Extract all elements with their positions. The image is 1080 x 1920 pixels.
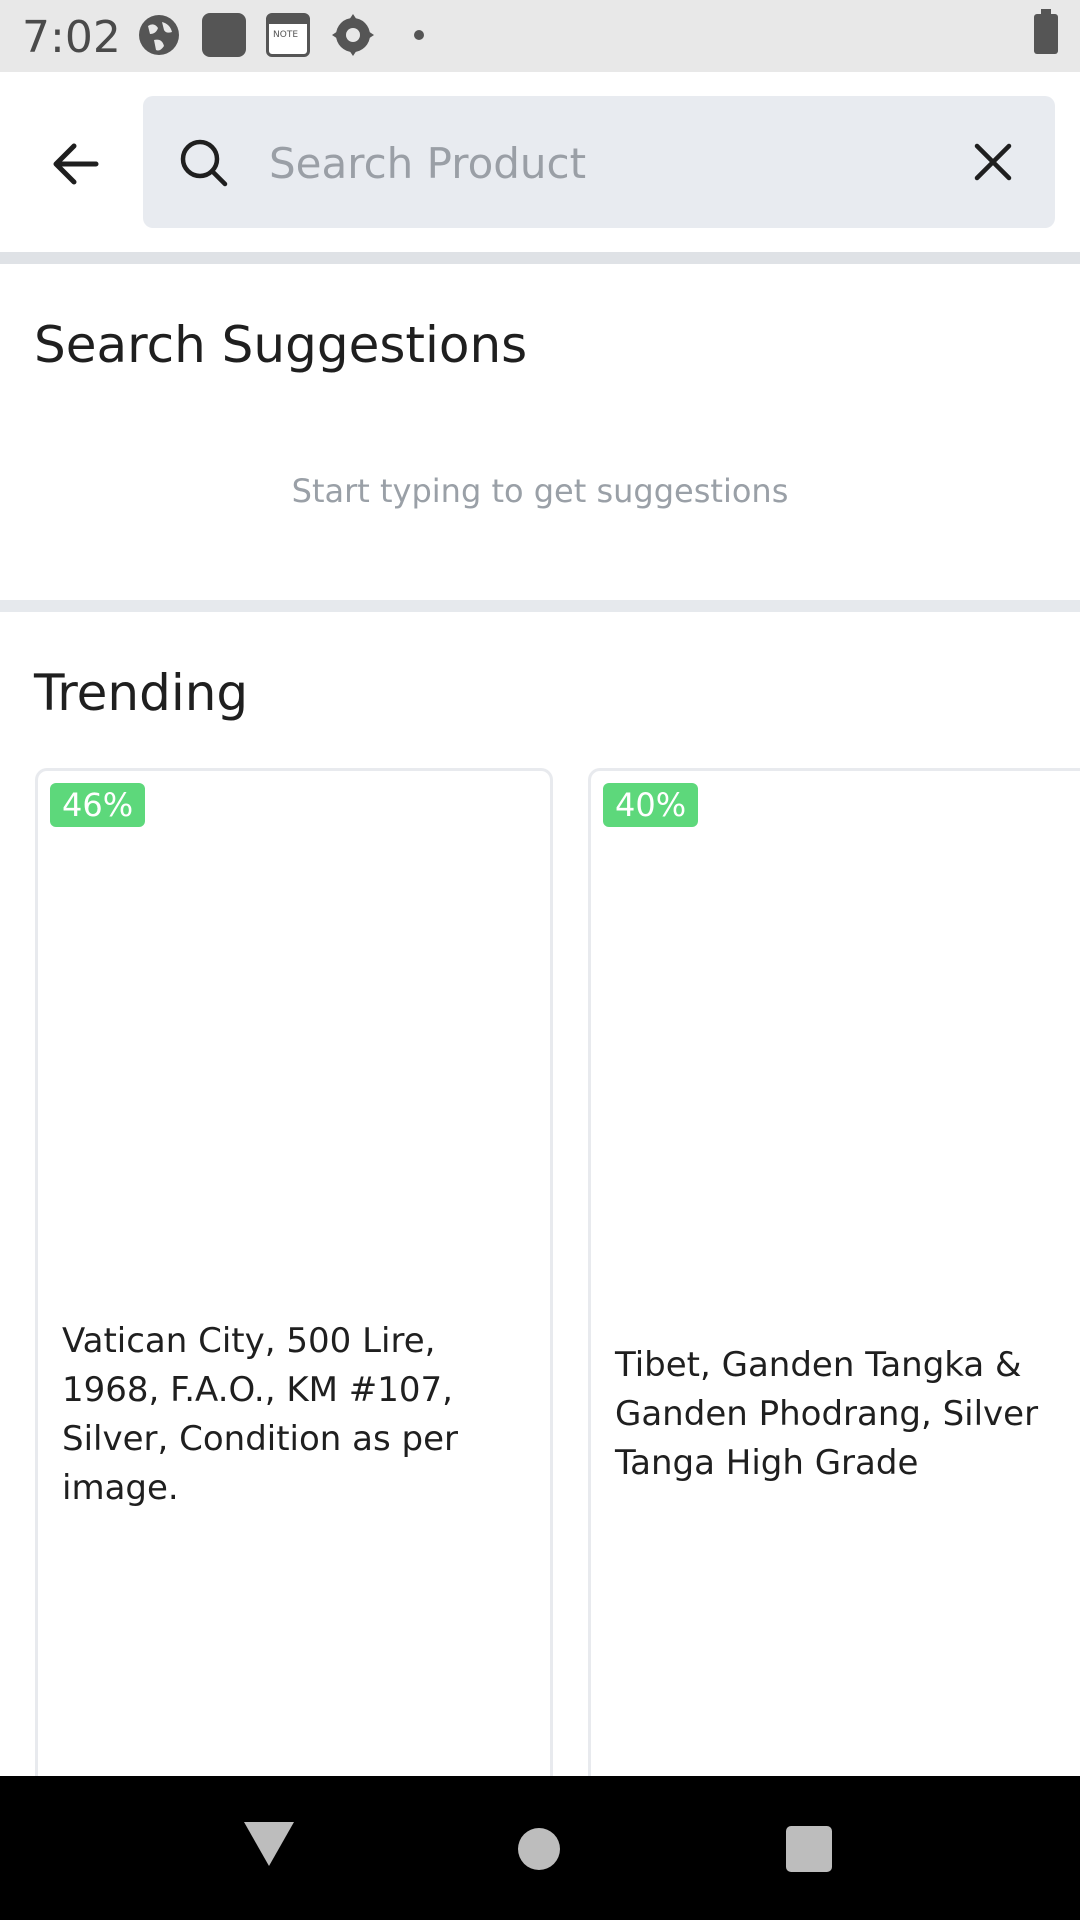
navigation-bar [0, 1776, 1080, 1920]
header-divider [0, 252, 1080, 264]
dot-icon [414, 30, 424, 40]
nav-back-icon[interactable] [244, 1822, 294, 1866]
trending-title: Trending [34, 664, 249, 722]
note-icon-text: NOTE [273, 30, 299, 40]
gear-sync-icon [332, 14, 374, 56]
suggestions-title: Search Suggestions [34, 316, 528, 374]
search-icon [180, 139, 228, 187]
status-icons: NOTE [136, 12, 424, 58]
section-divider [0, 600, 1080, 612]
clear-search-button[interactable] [971, 140, 1015, 184]
status-time: 7:02 [22, 12, 121, 63]
search-box[interactable] [143, 96, 1055, 228]
app-icon [202, 13, 246, 57]
suggestions-hint: Start typing to get suggestions [291, 472, 789, 510]
discount-badge: 40% [603, 783, 699, 827]
nav-recents-icon[interactable] [786, 1826, 832, 1872]
product-name: Vatican City, 500 Lire, 1968, F.A.O., KM… [62, 1321, 458, 1508]
back-button[interactable] [48, 136, 104, 192]
note-icon: NOTE [266, 13, 310, 57]
discount-badge: 46% [50, 783, 146, 827]
product-card[interactable]: 46% Vatican City, 500 Lire, 1968, F.A.O.… [35, 768, 553, 1794]
search-header [0, 72, 1080, 252]
product-card[interactable]: 40% Tibet, Ganden Tangka & Ganden Phodra… [588, 768, 1080, 1794]
status-bar: 7:02 NOTE [0, 0, 1080, 72]
battery-charging-icon [1034, 9, 1058, 54]
search-input[interactable] [267, 126, 891, 200]
nav-home-icon[interactable] [518, 1828, 560, 1870]
globe-icon [139, 15, 179, 55]
product-name: Tibet, Ganden Tangka & Ganden Phodrang, … [615, 1345, 1039, 1483]
